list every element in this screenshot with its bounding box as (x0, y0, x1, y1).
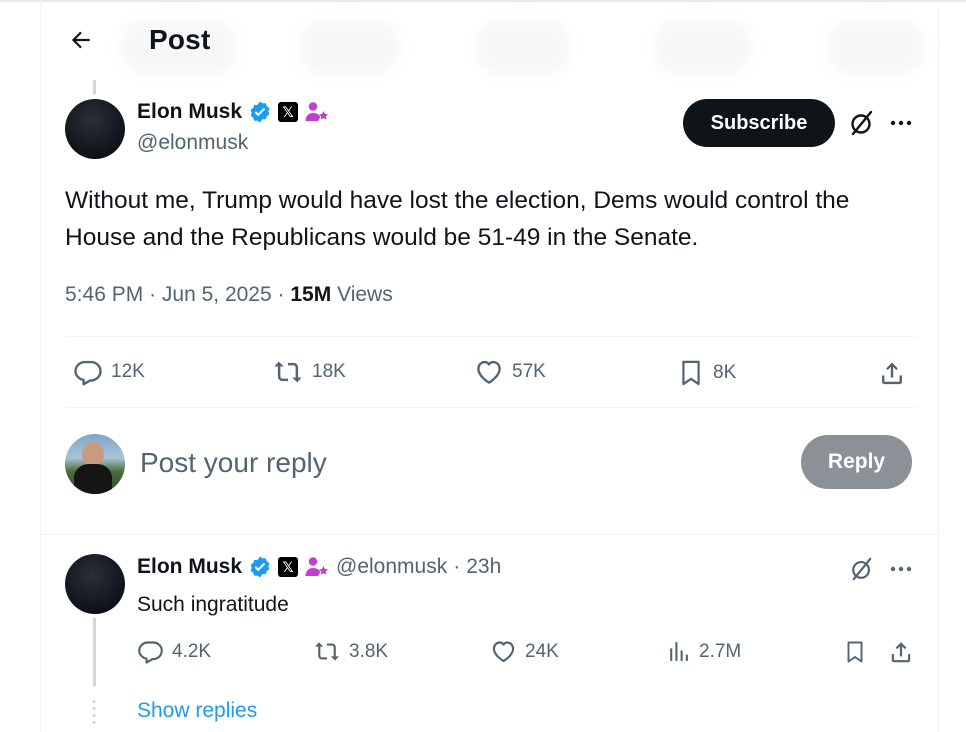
section-divider (41, 534, 938, 535)
like-icon (492, 641, 515, 663)
column-border-left (40, 0, 41, 732)
bookmark-count: 8K (713, 362, 737, 383)
more-options-button[interactable] (886, 106, 916, 140)
author-name[interactable]: Elon Musk (137, 100, 242, 124)
back-arrow-icon (71, 31, 90, 49)
bookmark-icon (682, 360, 700, 386)
grok-icon (851, 110, 873, 136)
post-meta: 5:46 PM · Jun 5, 2025 · 15M Views (65, 283, 393, 307)
divider (65, 407, 915, 408)
share-button[interactable] (876, 357, 908, 389)
verified-badge-icon (250, 101, 270, 123)
reply-author-avatar[interactable] (65, 554, 125, 614)
thread-dots (92, 698, 96, 728)
bookmark-icon (847, 641, 863, 663)
post-date[interactable]: Jun 5, 2025 (162, 283, 272, 306)
repost-action[interactable]: 18K (272, 357, 346, 387)
thread-line (93, 618, 96, 686)
views-action[interactable]: 2.7M (666, 638, 741, 665)
verified-badge-icon (250, 556, 270, 578)
author-handle[interactable]: @elonmusk (137, 131, 248, 155)
bookmark-action[interactable]: 8K (677, 357, 736, 389)
column-border-right (938, 0, 939, 732)
reply-icon (74, 360, 102, 386)
like-count: 57K (512, 361, 546, 382)
share-button[interactable] (887, 638, 915, 666)
affiliate-badge-icon (305, 102, 329, 121)
more-options-button[interactable] (886, 552, 916, 586)
post-text: Without me, Trump would have lost the el… (65, 187, 850, 251)
blurred-background-shape (297, 18, 401, 76)
like-action[interactable]: 24K (490, 638, 559, 665)
grok-button[interactable] (845, 106, 879, 140)
more-icon (890, 566, 912, 572)
like-icon (477, 360, 501, 384)
grok-button[interactable] (845, 552, 879, 586)
blurred-background-shape (475, 18, 571, 76)
subscribe-button[interactable]: Subscribe (683, 99, 835, 147)
reply-author-name[interactable]: Elon Musk (137, 555, 242, 579)
reply-action[interactable]: 12K (73, 357, 145, 387)
views-icon (670, 642, 688, 661)
meta-separator: · (149, 283, 157, 306)
page-title: Post (149, 24, 211, 55)
views-count: 15M (290, 283, 332, 306)
affiliate-badge-icon (305, 557, 329, 576)
current-user-avatar[interactable] (65, 434, 125, 494)
meta-separator: · (277, 283, 285, 306)
reply-author-row: Elon Musk 𝕏 @elonmusk · 23h (137, 555, 501, 579)
grok-icon (852, 557, 872, 581)
page-header: Post (41, 2, 938, 78)
divider (65, 336, 915, 337)
share-icon (891, 642, 911, 663)
reply-age[interactable]: 23h (466, 555, 501, 579)
share-icon (882, 362, 902, 385)
show-replies-link[interactable]: Show replies (137, 699, 257, 723)
blurred-background-shape (825, 18, 925, 76)
views-label: Views (337, 283, 393, 306)
repost-count: 18K (312, 361, 346, 382)
avatar-face (82, 442, 104, 466)
reply-button[interactable]: Reply (801, 435, 912, 489)
reply-input[interactable] (140, 444, 780, 482)
author-name-row: Elon Musk 𝕏 (137, 100, 330, 124)
reply-text: Such ingratitude (137, 593, 289, 616)
back-button[interactable] (63, 22, 99, 58)
reply-count: 4.2K (172, 640, 212, 662)
repost-icon (274, 361, 302, 383)
bookmark-button[interactable] (841, 638, 869, 666)
like-count: 24K (525, 640, 559, 662)
repost-count: 3.8K (349, 640, 389, 662)
thread-connector (93, 80, 96, 94)
reply-icon (138, 641, 163, 664)
x-badge-icon: 𝕏 (278, 557, 299, 577)
reply-action[interactable]: 4.2K (137, 638, 211, 665)
repost-action[interactable]: 3.8K (313, 638, 388, 665)
meta-separator: · (453, 555, 461, 578)
reply-author-handle[interactable]: @elonmusk (336, 555, 447, 579)
like-action[interactable]: 57K (474, 357, 546, 387)
views-count: 2.7M (699, 640, 742, 662)
author-avatar[interactable] (65, 99, 125, 159)
reply-count: 12K (111, 361, 145, 382)
post-time[interactable]: 5:46 PM (65, 283, 143, 306)
x-badge-icon: 𝕏 (278, 102, 299, 122)
repost-icon (315, 642, 339, 661)
more-icon (890, 120, 912, 126)
blurred-background-shape (653, 18, 753, 76)
avatar-body (74, 464, 112, 494)
